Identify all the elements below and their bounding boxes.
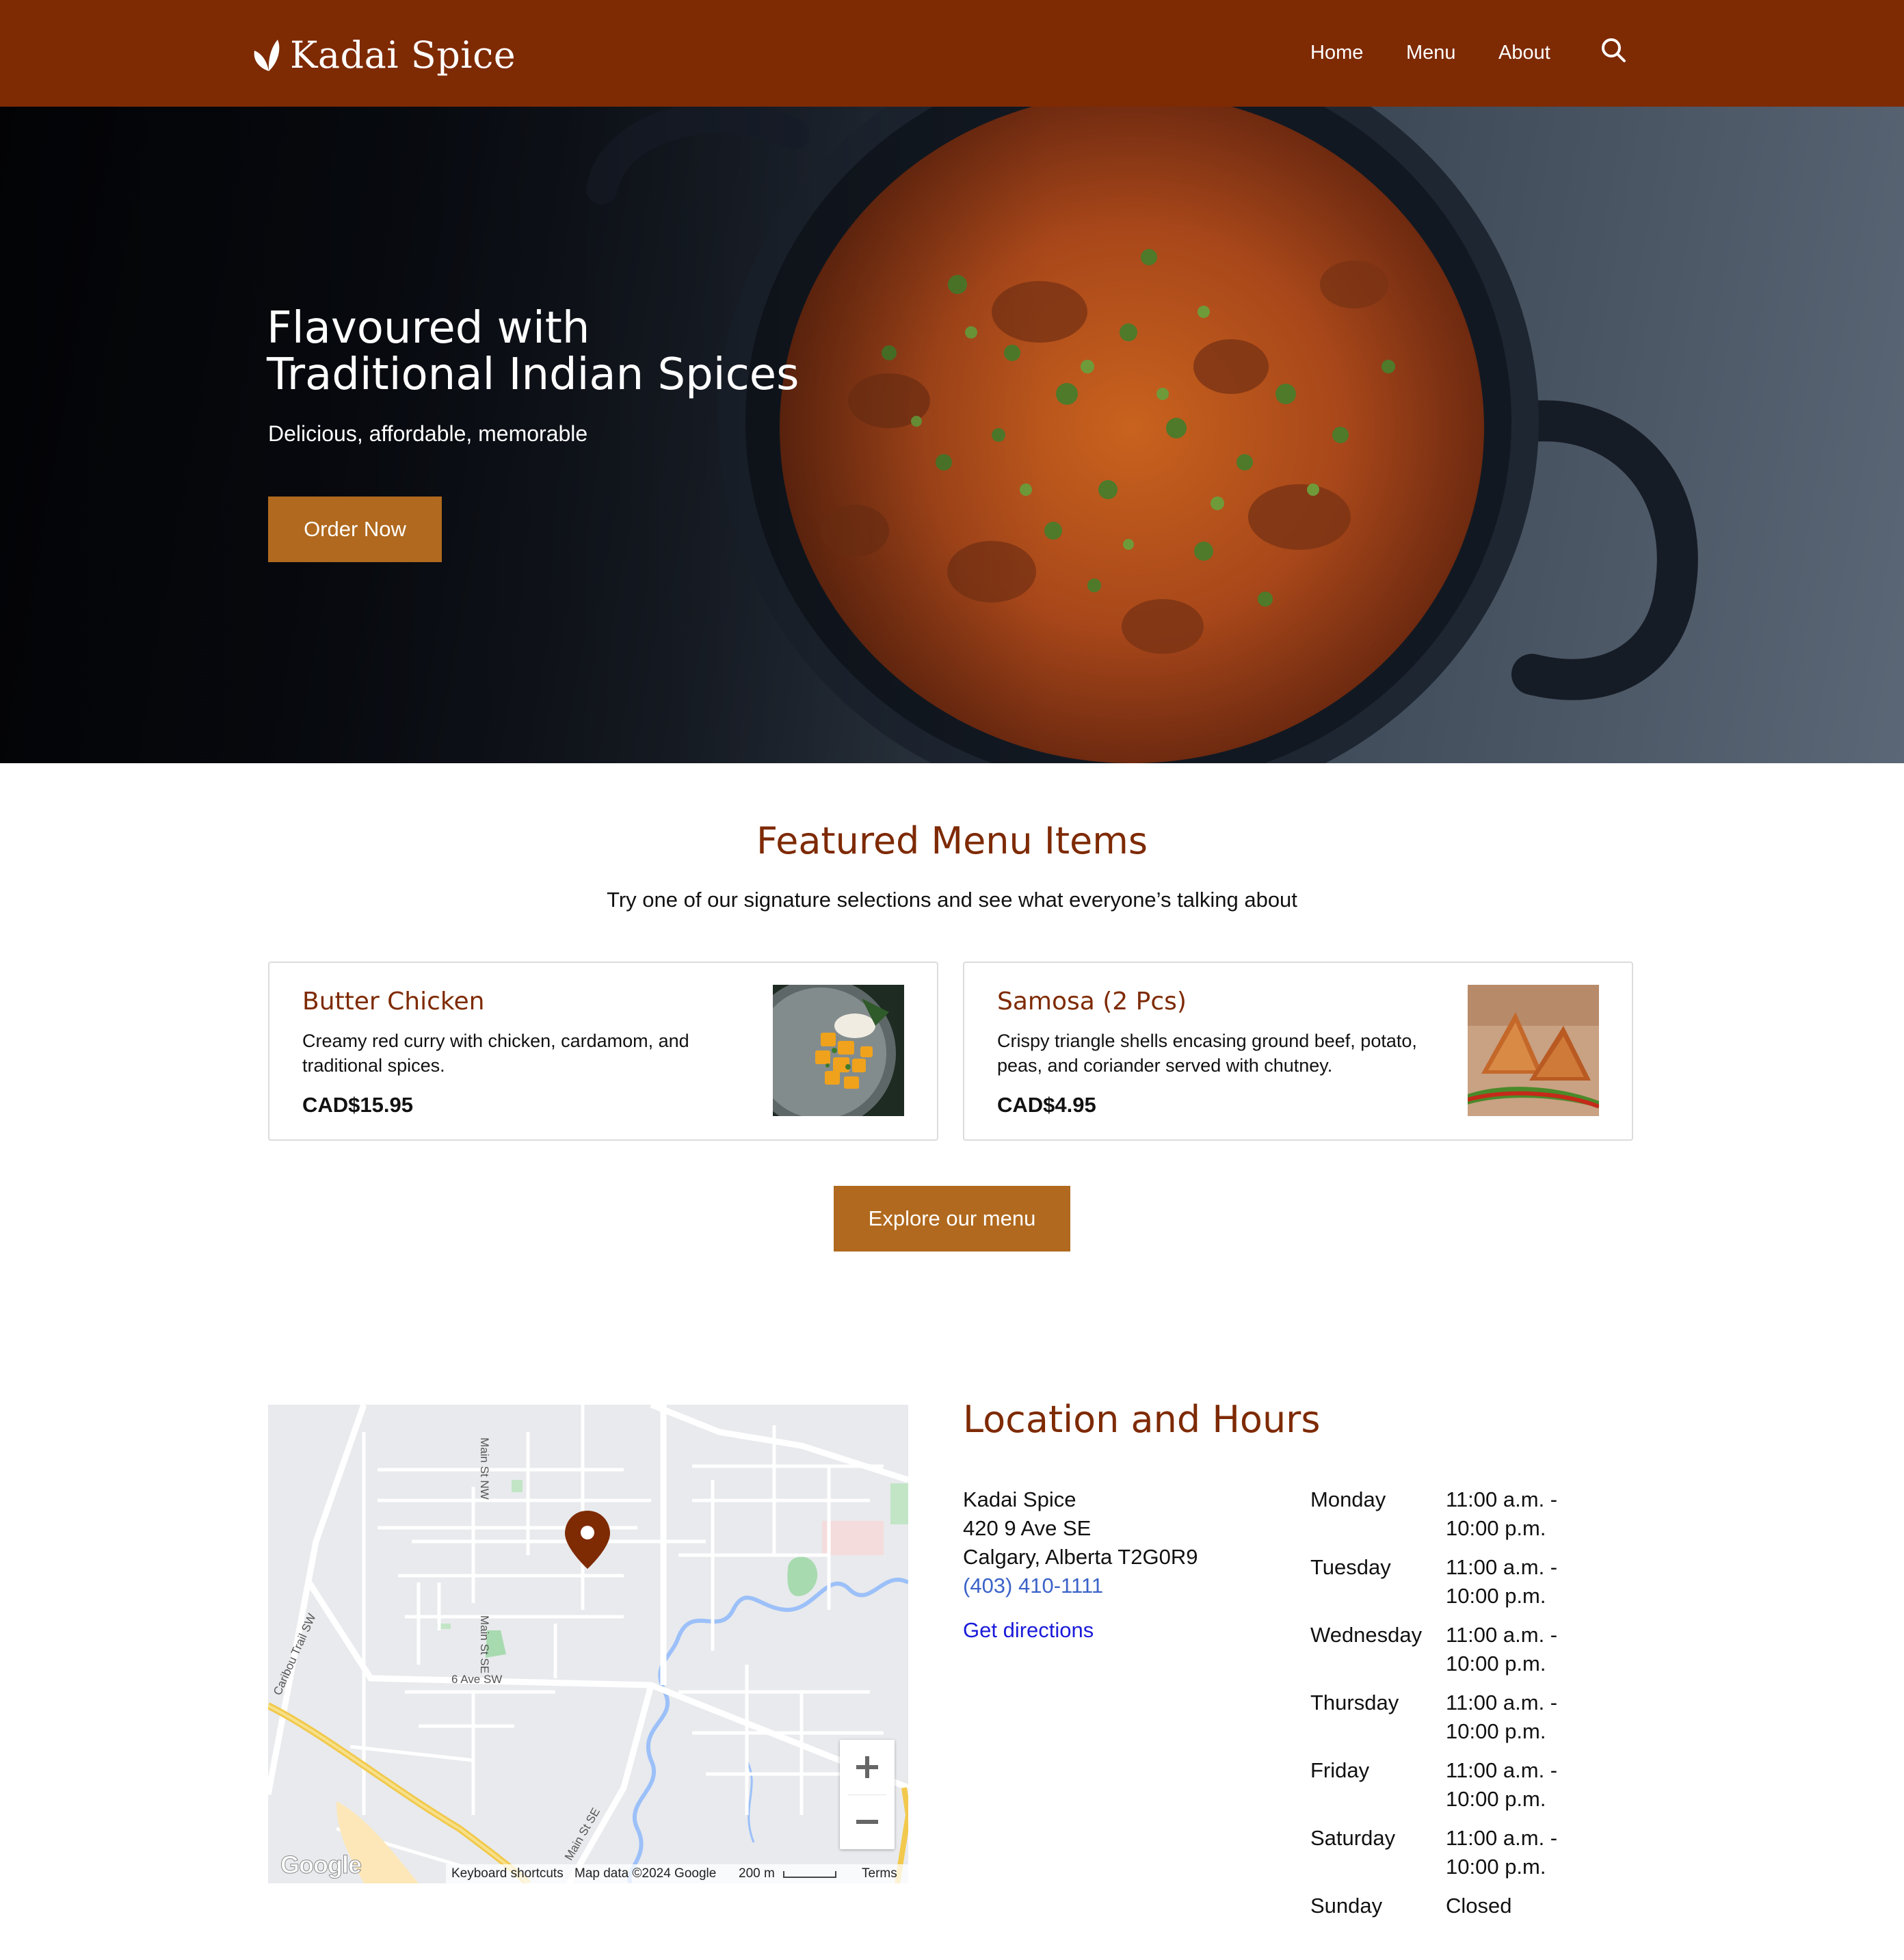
hours-day: Monday [1310,1487,1386,1511]
hours-day: Friday [1310,1758,1370,1782]
hours-time: 11:00 a.m. - 10:00 p.m. [1446,1487,1558,1540]
map-scale-text: 200 m [739,1866,775,1881]
zoom-in-button[interactable] [840,1740,895,1795]
minus-icon [856,1820,878,1824]
city-address: Calgary, Alberta T2G0R9 [963,1545,1198,1569]
hours-row: Sunday Closed [1310,1892,1584,1960]
explore-menu-button[interactable]: Explore our menu [834,1186,1070,1252]
hours-time: Closed [1446,1894,1512,1918]
zoom-out-button[interactable] [840,1795,895,1849]
site-header: Kadai Spice Home Menu About [0,0,1904,107]
map-attribution-bar: Keyboard shortcuts Map data ©2024 Google… [446,1864,908,1883]
location-name: Kadai Spice [963,1487,1076,1511]
map-scale-bar-icon [783,1871,836,1878]
hours-day: Thursday [1310,1691,1399,1714]
hours-day: Wednesday [1310,1623,1423,1647]
leaf-logo-icon [254,40,280,71]
butter-chicken-image [773,985,904,1116]
map-terms-link[interactable]: Terms [862,1864,897,1883]
hours-row: Friday 11:00 a.m. - 10:00 p.m. [1310,1756,1584,1825]
search-icon [1602,38,1626,62]
menu-item-price: CAD$4.95 [997,1093,1096,1117]
menu-item-name: Butter Chicken [302,988,485,1016]
search-button[interactable] [1598,34,1630,67]
plus-icon [856,1756,878,1778]
phone-link[interactable]: (403) 410-1111 [963,1572,1198,1600]
brand-name: Kadai Spice [290,33,516,77]
menu-item-name: Samosa (2 Pcs) [997,988,1187,1016]
hours-time: 11:00 a.m. - 10:00 p.m. [1446,1555,1558,1608]
hero-banner: Flavoured with Traditional Indian Spices… [0,107,1904,763]
nav-about[interactable]: About [1498,36,1550,70]
google-logo: Google [280,1851,362,1879]
nav-menu[interactable]: Menu [1406,36,1456,70]
featured-title: Featured Menu Items [756,819,1148,862]
samosa-image [1468,985,1599,1116]
hours-day: Saturday [1310,1826,1396,1850]
hours-row: Monday 11:00 a.m. - 10:00 p.m. [1310,1485,1584,1554]
street-label: Main St NW [478,1438,491,1500]
brand-logo[interactable]: Kadai Spice [250,27,516,82]
hours-time: 11:00 a.m. - 10:00 p.m. [1446,1758,1558,1811]
order-now-button[interactable]: Order Now [268,496,442,562]
hours-day: Tuesday [1310,1555,1391,1579]
location-title: Location and Hours [963,1398,1321,1441]
street-label: 6 Ave SW [451,1673,503,1686]
hours-row: Tuesday 11:00 a.m. - 10:00 p.m. [1310,1553,1584,1621]
location-map[interactable]: Main St NW Main St SE Caribou Trail SW 6… [268,1405,908,1883]
nav-home[interactable]: Home [1310,36,1363,70]
keyboard-shortcuts-link[interactable]: Keyboard shortcuts [451,1864,564,1883]
menu-card-butter-chicken[interactable]: Butter Chicken Creamy red curry with chi… [268,962,938,1141]
hero-title-line1: Flavoured with [267,303,590,354]
menu-item-description: Creamy red curry with chicken, cardamom,… [302,1031,689,1076]
menu-card-samosa[interactable]: Samosa (2 Pcs) Crispy triangle shells en… [963,962,1633,1141]
map-marker-icon [565,1511,610,1569]
hours-row: Wednesday 11:00 a.m. - 10:00 p.m. [1310,1621,1584,1689]
hero-title-line2: Traditional Indian Spices [267,349,799,400]
hero-title: Flavoured with Traditional Indian Spices [267,305,1019,398]
featured-subtitle: Try one of our signature selections and … [607,888,1297,912]
map-zoom-controls [840,1740,895,1849]
hours-time: 11:00 a.m. - 10:00 p.m. [1446,1623,1558,1676]
hours-day: Sunday [1310,1894,1383,1918]
hours-row: Thursday 11:00 a.m. - 10:00 p.m. [1310,1688,1584,1757]
menu-item-description: Crispy triangle shells encasing ground b… [997,1031,1417,1076]
address-block: Kadai Spice 420 9 Ave SE Calgary, Albert… [963,1485,1198,1600]
hours-time: 11:00 a.m. - 10:00 p.m. [1446,1691,1558,1743]
menu-item-price: CAD$15.95 [302,1093,413,1117]
hero-subtitle: Delicious, affordable, memorable [268,421,588,446]
map-data-text: Map data ©2024 Google [574,1866,717,1881]
get-directions-link[interactable]: Get directions [963,1618,1094,1643]
street-address: 420 9 Ave SE [963,1516,1092,1540]
hours-time: 11:00 a.m. - 10:00 p.m. [1446,1826,1558,1879]
hours-row: Saturday 11:00 a.m. - 10:00 p.m. [1310,1824,1584,1892]
